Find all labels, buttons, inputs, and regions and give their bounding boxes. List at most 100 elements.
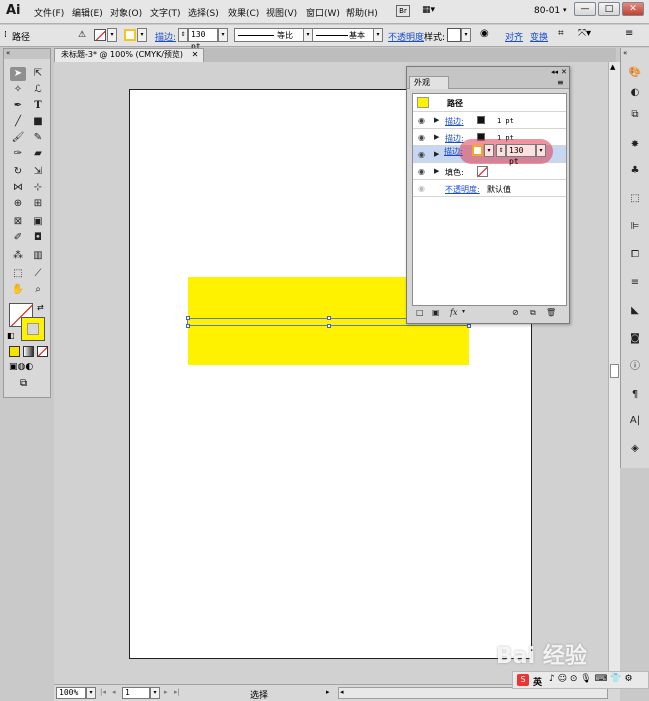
clear-appearance-icon[interactable]: ⊘ [512,308,519,317]
minimize-button[interactable]: — [574,2,596,16]
arrange-documents-icon[interactable]: ▦▾ [422,5,442,17]
paintbrush-tool-icon[interactable]: 🖌 [10,131,26,145]
info-panel-icon[interactable]: ⓘ [625,358,645,376]
add-stroke-icon[interactable]: □ [416,308,424,317]
layers-icon[interactable]: ◈ [625,440,645,458]
status-menu-icon[interactable]: ▸ [326,688,330,696]
page-dropdown[interactable]: ▾ [150,687,160,699]
page-input[interactable]: 1 [122,687,150,699]
collapse-panel-icon[interactable]: ◂◂ [551,68,558,76]
magic-wand-tool-icon[interactable]: ✧ [10,83,26,97]
stroke-color-chip[interactable] [477,116,485,124]
last-page-icon[interactable]: ▸| [174,688,180,696]
fx-icon[interactable]: fx [450,308,457,317]
add-fill-icon[interactable]: ▣ [432,308,440,317]
column-graph-tool-icon[interactable]: ▥ [30,249,46,263]
menu-effect[interactable]: 效果(C) [228,6,259,19]
scale-tool-icon[interactable]: ⇲ [30,165,46,179]
hand-tool-icon[interactable]: ✋ [10,283,26,297]
fill-none-chip[interactable] [477,166,488,177]
none-mode-icon[interactable] [37,346,48,357]
close-button[interactable]: ✕ [622,2,644,16]
opacity-link[interactable]: 不透明度 [388,30,424,43]
variable-width-profile[interactable]: 等比 [234,28,304,42]
scroll-left-icon[interactable]: ◂ [340,688,344,696]
opacity-link[interactable]: 不透明度: [445,184,480,195]
paragraph-icon[interactable]: ¶ [625,386,645,404]
eye-icon[interactable]: ◉ [418,116,425,125]
chevron-down-icon[interactable]: ▾ [563,6,567,14]
expand-panels-icon[interactable]: « [623,49,627,57]
eye-icon[interactable]: ◉ [418,133,425,142]
recolor-icon[interactable]: ◉ [480,28,489,39]
vertical-scroll-thumb[interactable] [610,364,619,378]
stroke-weight-dropdown[interactable]: ▾ [218,28,228,42]
duplicate-item-icon[interactable]: ⧉ [530,308,536,318]
close-tab-icon[interactable]: ✕ [192,50,199,59]
artboard-tool-icon[interactable]: ⬚ [10,267,26,281]
stroke-swatch[interactable] [124,29,136,41]
transform-panel-icon[interactable]: ⬚ [625,190,645,208]
brush-definition[interactable]: 基本 [312,28,374,42]
collapse-icon[interactable]: « [4,49,50,59]
menu-window[interactable]: 窗口(W) [306,6,340,19]
blend-tool-icon[interactable]: ◘ [30,231,46,245]
brushes-icon[interactable]: ✸ [625,136,645,154]
pen-tool-icon[interactable]: ✒ [10,99,26,113]
stroke-dropdown[interactable]: ▾ [137,28,147,42]
first-page-icon[interactable]: |◂ [100,688,106,696]
gradient-panel-icon[interactable]: ◣ [625,302,645,320]
isolate-icon[interactable]: ⌗ [558,28,564,39]
menu-help[interactable]: 帮助(H) [346,6,378,19]
pathfinder-icon[interactable]: ⧠ [625,246,645,264]
stroke-weight-stepper[interactable]: ⇕ [178,28,188,42]
panel-menu-icon[interactable]: ≡ [625,28,633,39]
stroke-link[interactable]: 描边: [444,146,463,157]
line-tool-icon[interactable]: ╱ [10,115,26,129]
stroke-weight-input[interactable]: 130 pt [506,144,536,166]
default-colors-icon[interactable]: ◧ [7,331,15,340]
tray-icons[interactable]: ♪ ☺ ⊙ 🎙 ⌨ 👕 ⚙ [549,674,633,684]
symbol-sprayer-tool-icon[interactable]: ⁂ [10,249,26,263]
trash-icon[interactable]: 🗑 [546,308,556,317]
gradient-mode-icon[interactable] [23,346,34,357]
eye-icon[interactable]: ◉ [418,167,425,176]
selection-handle[interactable] [327,324,331,328]
color-guide-icon[interactable]: 🎨 [625,64,645,82]
selection-handle[interactable] [467,324,471,328]
next-page-icon[interactable]: ▸ [164,688,168,696]
rotate-tool-icon[interactable]: ↻ [10,165,26,179]
shape-builder-tool-icon[interactable]: ⊕ [10,197,26,211]
appearance-panel-icon[interactable]: ◙ [625,330,645,348]
menu-select[interactable]: 选择(S) [188,6,219,19]
prev-page-icon[interactable]: ◂ [112,688,116,696]
menu-view[interactable]: 视图(V) [266,6,297,19]
transform-link[interactable]: 变换 [530,30,548,43]
rectangle-tool-icon[interactable]: ■ [30,115,46,129]
appearance-row-stroke-1[interactable]: ◉ ▶ 描边: 1 pt [413,112,566,129]
free-transform-tool-icon[interactable]: ⊹ [30,181,46,195]
appearance-tab[interactable]: 外观 [409,76,449,89]
appearance-row-opacity[interactable]: ◉ 不透明度: 默认值 [413,180,566,197]
stroke-weight-input[interactable]: 130 pt [188,28,218,51]
stroke-panel-icon[interactable]: ≡ [625,274,645,292]
ime-language-label[interactable]: 英 [533,675,542,688]
stroke-link[interactable]: 描边: [155,30,176,43]
mesh-tool-icon[interactable]: ⊠ [10,215,26,229]
stroke-link[interactable]: 描边: [445,116,464,127]
stroke-weight-stepper[interactable]: ⇕ [496,144,506,157]
gradient-tool-icon[interactable]: ▣ [30,215,46,229]
expand-triangle-icon[interactable]: ▶ [434,116,439,124]
eyedropper-tool-icon[interactable]: ✐ [10,231,26,245]
selection-handle[interactable] [327,316,331,320]
close-panel-icon[interactable]: ✕ [561,68,567,76]
maximize-button[interactable]: □ [598,2,620,16]
graphic-style-swatch[interactable] [447,28,461,42]
menu-edit[interactable]: 编辑(E) [72,6,103,19]
expand-triangle-icon[interactable]: ▶ [434,150,439,158]
symbols-icon[interactable]: ♣ [625,162,645,180]
direct-selection-tool-icon[interactable]: ⇱ [30,67,46,81]
selection-handle[interactable] [186,324,190,328]
width-tool-icon[interactable]: ⋈ [10,181,26,195]
swatches-icon[interactable]: ⧉ [625,106,645,124]
